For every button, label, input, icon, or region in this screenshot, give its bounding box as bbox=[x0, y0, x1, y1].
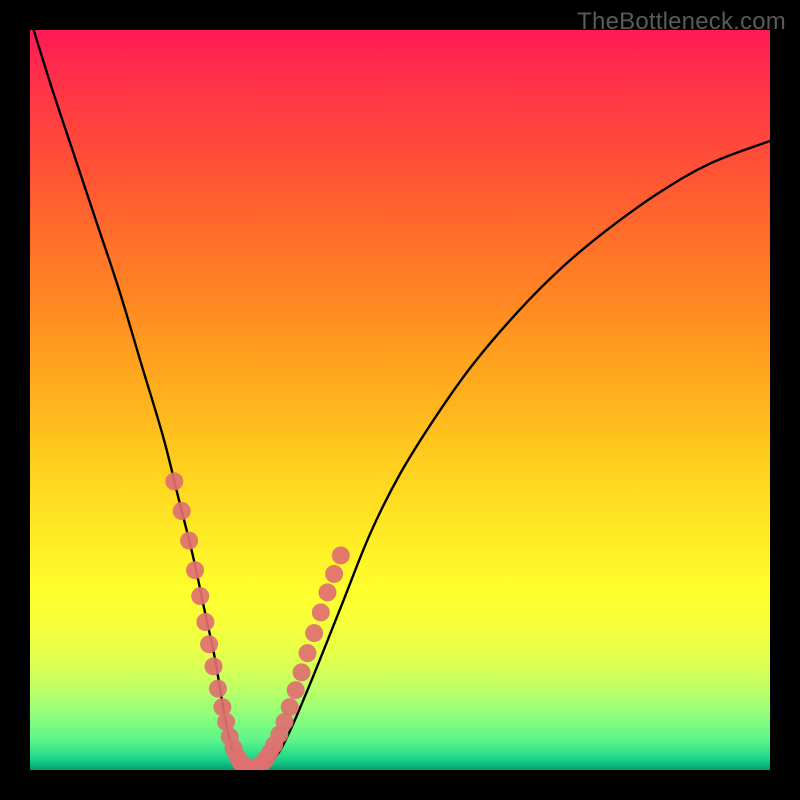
data-marker bbox=[318, 583, 336, 601]
data-marker bbox=[186, 561, 204, 579]
data-marker bbox=[299, 644, 317, 662]
data-marker bbox=[312, 603, 330, 621]
data-marker bbox=[209, 680, 227, 698]
data-marker bbox=[325, 565, 343, 583]
data-marker bbox=[180, 532, 198, 550]
curve-path bbox=[34, 30, 770, 769]
plot-area bbox=[30, 30, 770, 770]
data-marker bbox=[293, 663, 311, 681]
data-marker bbox=[165, 472, 183, 490]
data-marker bbox=[200, 635, 218, 653]
chart-svg bbox=[30, 30, 770, 770]
data-marker bbox=[305, 624, 323, 642]
data-marker bbox=[173, 502, 191, 520]
data-marker bbox=[332, 546, 350, 564]
data-marker bbox=[196, 613, 214, 631]
data-marker bbox=[205, 657, 223, 675]
watermark-text: TheBottleneck.com bbox=[577, 8, 786, 36]
chart-stage: TheBottleneck.com bbox=[0, 0, 800, 800]
data-marker bbox=[287, 681, 305, 699]
data-marker bbox=[281, 698, 299, 716]
data-marker bbox=[191, 587, 209, 605]
